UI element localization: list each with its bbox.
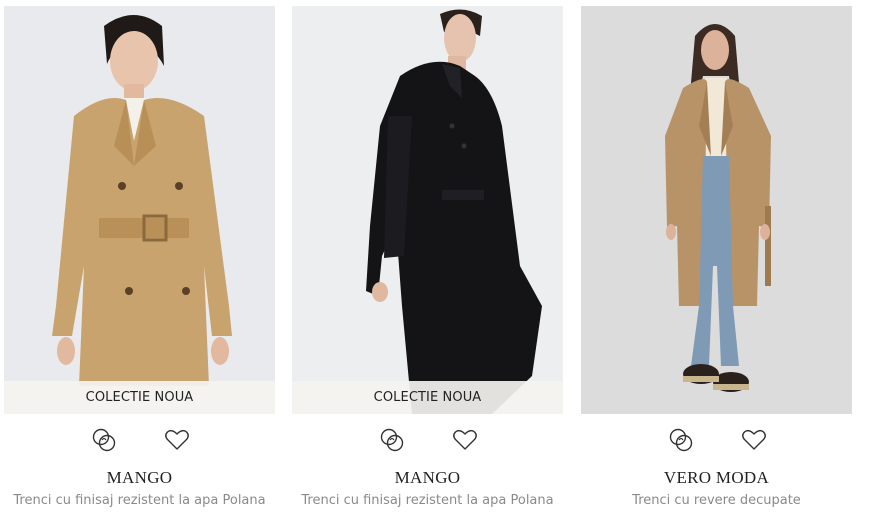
- product-name[interactable]: Trenci cu finisaj rezistent la apa Polan…: [292, 493, 563, 508]
- product-actions: [4, 426, 275, 454]
- compare-rings-icon[interactable]: [378, 426, 406, 454]
- product-brand[interactable]: VERO MODA: [581, 468, 852, 488]
- model-camel-trench-coat-image: [581, 6, 852, 414]
- product-image[interactable]: [4, 6, 275, 414]
- compare-rings-icon[interactable]: [90, 426, 118, 454]
- product-card[interactable]: VERO MODA Trenci cu revere decupate: [581, 0, 854, 515]
- product-name[interactable]: Trenci cu finisaj rezistent la apa Polan…: [4, 493, 275, 508]
- compare-rings-icon[interactable]: [667, 426, 695, 454]
- product-actions: [292, 426, 563, 454]
- new-collection-badge: COLECTIE NOUA: [292, 381, 563, 414]
- new-collection-badge: COLECTIE NOUA: [4, 381, 275, 414]
- product-image[interactable]: [292, 6, 563, 414]
- heart-outline-icon[interactable]: [163, 426, 191, 454]
- model-trench-coat-image: [4, 6, 275, 414]
- product-brand[interactable]: MANGO: [292, 468, 563, 488]
- product-actions: [581, 426, 852, 454]
- product-name[interactable]: Trenci cu revere decupate: [581, 493, 852, 508]
- heart-outline-icon[interactable]: [451, 426, 479, 454]
- product-card[interactable]: COLECTIE NOUA MANGO Trenci cu finisaj re…: [4, 0, 277, 515]
- product-image[interactable]: [581, 6, 852, 414]
- product-brand[interactable]: MANGO: [4, 468, 275, 488]
- product-card[interactable]: COLECTIE NOUA MANGO Trenci cu finisaj re…: [292, 0, 565, 515]
- heart-outline-icon[interactable]: [740, 426, 768, 454]
- model-black-trench-coat-image: [292, 6, 563, 414]
